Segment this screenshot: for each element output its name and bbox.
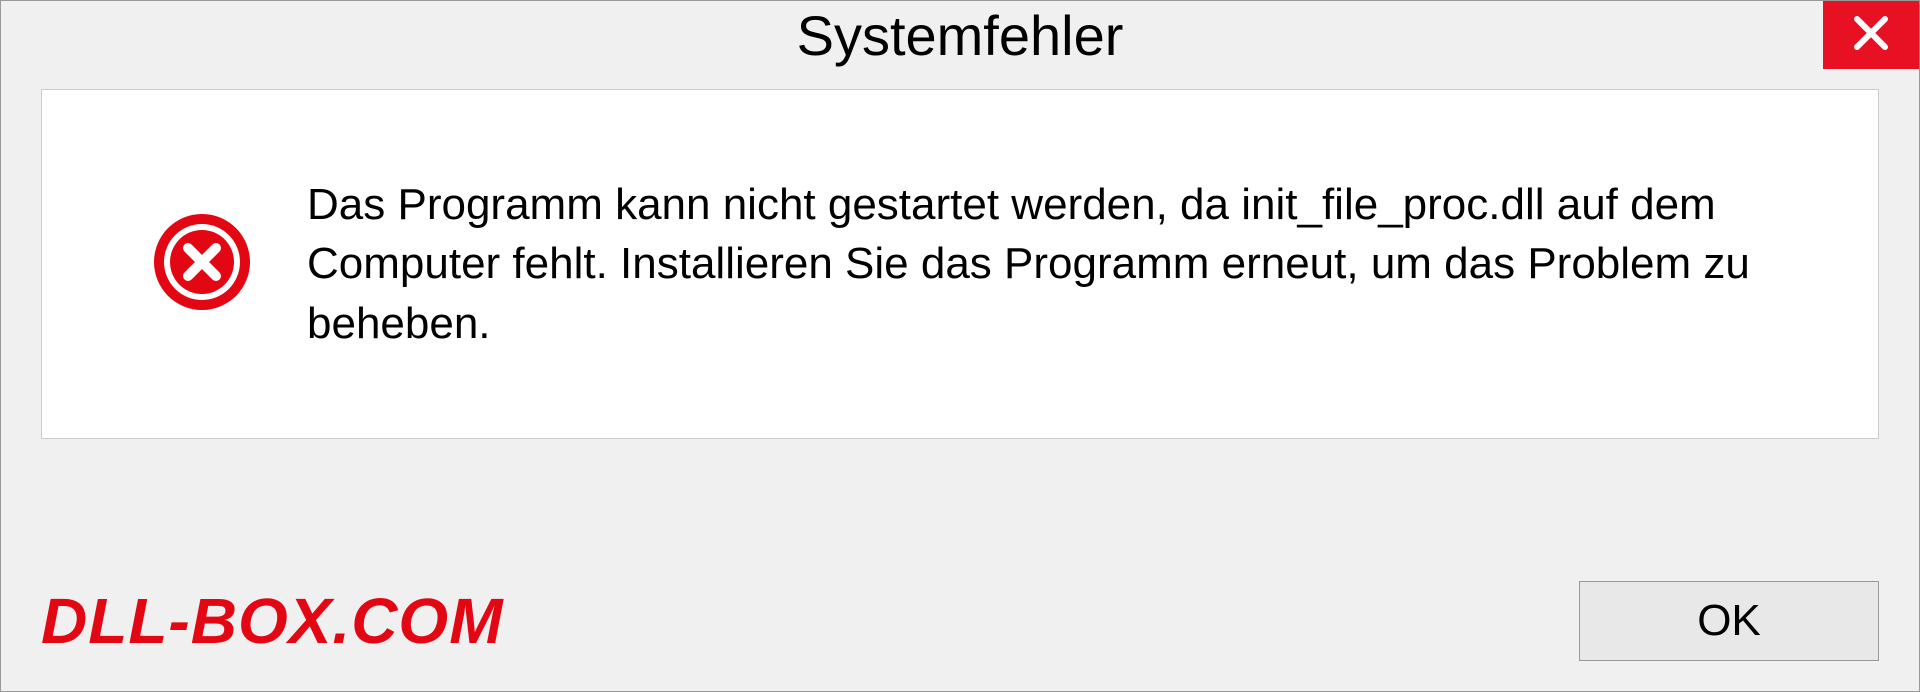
error-icon: [152, 212, 252, 317]
content-panel: Das Programm kann nicht gestartet werden…: [41, 89, 1879, 439]
dialog-title: Systemfehler: [797, 3, 1124, 68]
watermark-text: DLL-BOX.COM: [41, 584, 504, 658]
error-message: Das Programm kann nicht gestartet werden…: [307, 175, 1807, 353]
title-bar: Systemfehler: [1, 1, 1919, 69]
ok-button[interactable]: OK: [1579, 581, 1879, 661]
close-icon: [1851, 13, 1891, 58]
close-button[interactable]: [1823, 1, 1919, 69]
dialog-footer: DLL-BOX.COM OK: [41, 581, 1879, 661]
error-dialog: Systemfehler Das Programm kann nicht ges…: [0, 0, 1920, 692]
